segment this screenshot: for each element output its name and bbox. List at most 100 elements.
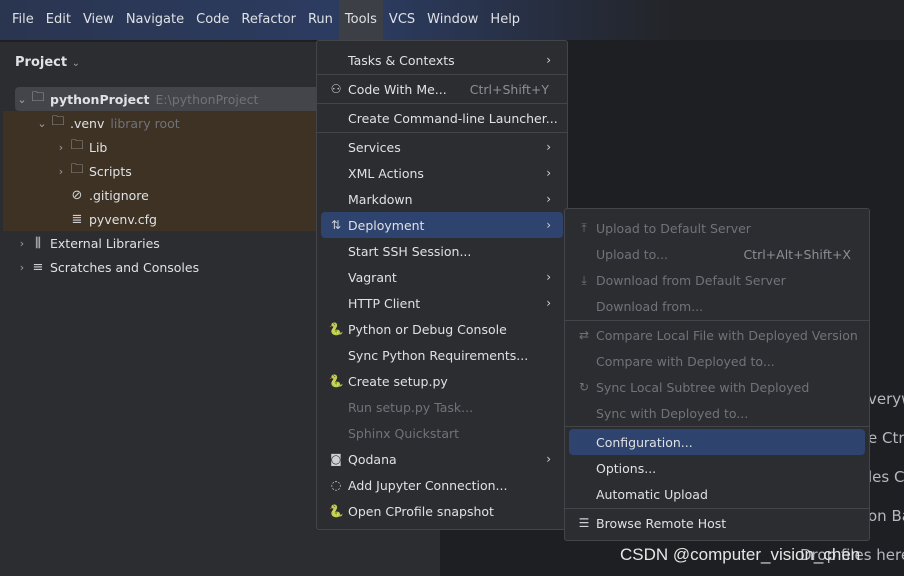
menu-item-qodana[interactable]: ◙ Qodana ›: [321, 446, 563, 472]
menu-item-label: Browse Remote Host: [596, 515, 727, 531]
menu-item-label: Vagrant: [348, 269, 397, 285]
chevron-right-icon: ›: [58, 164, 64, 178]
menu-item-create-setup-py[interactable]: 🐍 Create setup.py: [321, 368, 563, 394]
server-icon: ☰: [578, 516, 590, 530]
chevron-right-icon: ›: [546, 53, 551, 67]
menu-tools[interactable]: Tools: [338, 0, 383, 40]
menu-item-browse-remote-host[interactable]: ☰ Browse Remote Host: [569, 510, 865, 536]
menu-item-label: Create setup.py: [348, 373, 448, 389]
menu-item-run-setup-py-task[interactable]: Run setup.py Task...: [321, 394, 563, 420]
menu-item-services[interactable]: Services ›: [321, 134, 563, 160]
menu-item-tasks-contexts[interactable]: Tasks & Contexts ›: [321, 47, 563, 73]
chevron-down-icon: ⌄: [71, 58, 80, 69]
shortcut: Ctrl+Shift+Y: [469, 81, 549, 97]
menu-vcs[interactable]: VCS: [383, 0, 421, 40]
menu-separator: [317, 132, 567, 133]
menu-item-label: Download from Default Server: [596, 272, 786, 288]
menu-item-label: Upload to...: [596, 246, 669, 262]
chevron-right-icon: ›: [546, 192, 551, 206]
project-panel-title[interactable]: Project ⌄: [15, 55, 80, 70]
chevron-right-icon: ›: [546, 166, 551, 180]
menu-item-label: XML Actions: [348, 165, 424, 181]
qodana-icon: ◙: [330, 452, 342, 466]
chevron-right-icon: ›: [546, 218, 551, 232]
menu-item-upload-to[interactable]: Upload to... Ctrl+Alt+Shift+X: [569, 241, 865, 267]
folder-icon: 🗀: [70, 162, 84, 177]
editor-hint: e Ctr: [868, 429, 904, 447]
menu-code[interactable]: Code: [190, 0, 235, 40]
chevron-right-icon: ›: [546, 140, 551, 154]
menu-item-http-client[interactable]: HTTP Client ›: [321, 290, 563, 316]
menu-item-options[interactable]: Options...: [569, 455, 865, 481]
menu-item-label: Options...: [596, 460, 657, 476]
menu-item-label: Sphinx Quickstart: [348, 425, 460, 441]
jupyter-icon: ◌: [330, 478, 342, 492]
menu-item-add-jupyter-connection[interactable]: ◌ Add Jupyter Connection...: [321, 472, 563, 498]
menu-item-compare-local-file-with-deployed-version[interactable]: ⇄ Compare Local File with Deployed Versio…: [569, 322, 865, 348]
upload-icon: ⤒: [581, 220, 587, 235]
menu-item-start-ssh-session[interactable]: Start SSH Session...: [321, 238, 563, 264]
ignore-file-icon: ⊘: [71, 187, 83, 203]
menu-item-label: Deployment: [348, 217, 425, 233]
menu-item-label: Sync with Deployed to...: [596, 405, 749, 421]
menu-item-label: Add Jupyter Connection...: [348, 477, 508, 493]
editor-hint: les C: [868, 468, 904, 486]
menu-separator: [565, 508, 869, 509]
watermark: CSDN @computer_vision_chen: [620, 545, 861, 564]
menu-navigate[interactable]: Navigate: [120, 0, 190, 40]
menu-item-label: Compare with Deployed to...: [596, 353, 775, 369]
menu-item-markdown[interactable]: Markdown ›: [321, 186, 563, 212]
library-icon: ⫼: [35, 235, 41, 251]
menu-item-label: Download from...: [596, 298, 704, 314]
menu-item-sync-python-requirements[interactable]: Sync Python Requirements...: [321, 342, 563, 368]
folder-icon: 🗀: [31, 90, 45, 105]
shortcut: Ctrl+Alt+Shift+X: [743, 246, 851, 262]
menu-item-xml-actions[interactable]: XML Actions ›: [321, 160, 563, 186]
editor-hint: verywh: [868, 390, 904, 408]
chevron-down-icon: ⌄: [37, 116, 47, 130]
menu-item-label: Code With Me...: [348, 81, 447, 97]
chevron-right-icon: ›: [19, 260, 25, 274]
menu-item-deployment[interactable]: ⇅ Deployment ›: [321, 212, 563, 238]
menu-item-sphinx-quickstart[interactable]: Sphinx Quickstart: [321, 420, 563, 446]
menu-item-upload-to-default-server[interactable]: ⤒ Upload to Default Server: [569, 215, 865, 241]
menu-separator: [317, 74, 567, 75]
menu-item-label: Sync Python Requirements...: [348, 347, 529, 363]
menu-item-label: Automatic Upload: [596, 486, 708, 502]
menu-edit[interactable]: Edit: [40, 0, 77, 40]
menu-bar: File Edit View Navigate Code Refactor Run Tools…: [0, 0, 904, 40]
menu-item-python-or-debug-console[interactable]: 🐍 Python or Debug Console: [321, 316, 563, 342]
menu-item-compare-with-deployed-to[interactable]: Compare with Deployed to...: [569, 348, 865, 374]
menu-item-configuration[interactable]: Configuration...: [569, 429, 865, 455]
chevron-right-icon: ›: [546, 452, 551, 466]
menu-view[interactable]: View: [77, 0, 120, 40]
menu-separator: [317, 103, 567, 104]
sync-icon: ↻: [578, 380, 590, 394]
menu-run[interactable]: Run: [302, 0, 339, 40]
user-add-icon: ⚇: [330, 82, 342, 96]
menu-item-code-with-me[interactable]: ⚇ Code With Me... Ctrl+Shift+Y: [321, 76, 563, 102]
folder-icon: 🗀: [70, 138, 84, 153]
menu-item-label: Sync Local Subtree with Deployed: [596, 379, 810, 395]
menu-separator: [565, 426, 869, 427]
menu-separator: [565, 320, 869, 321]
menu-item-open-cprofile-snapshot[interactable]: 🐍 Open CProfile snapshot: [321, 498, 563, 524]
tools-menu: Tasks & Contexts › ⚇ Code With Me... Ctrl+Sh…: [316, 40, 568, 530]
menu-item-label: Create Command-line Launcher...: [348, 110, 558, 126]
menu-item-create-command-line-launcher[interactable]: Create Command-line Launcher...: [321, 105, 563, 131]
menu-item-sync-with-deployed-to[interactable]: Sync with Deployed to...: [569, 400, 865, 426]
menu-item-download-from[interactable]: Download from...: [569, 293, 865, 319]
menu-refactor[interactable]: Refactor: [235, 0, 302, 40]
menu-item-label: HTTP Client: [348, 295, 421, 311]
menu-item-label: Compare Local File with Deployed Version: [596, 327, 858, 343]
python-icon: 🐍: [328, 322, 344, 336]
menu-item-automatic-upload[interactable]: Automatic Upload: [569, 481, 865, 507]
menu-window[interactable]: Window: [421, 0, 484, 40]
menu-item-download-from-default-server[interactable]: ⤓ Download from Default Server: [569, 267, 865, 293]
menu-help[interactable]: Help: [484, 0, 526, 40]
menu-item-vagrant[interactable]: Vagrant ›: [321, 264, 563, 290]
menu-item-sync-local-subtree-with-deployed[interactable]: ↻ Sync Local Subtree with Deployed: [569, 374, 865, 400]
python-icon: 🐍: [328, 504, 344, 518]
menu-item-label: Upload to Default Server: [596, 220, 751, 236]
menu-file[interactable]: File: [6, 0, 40, 40]
